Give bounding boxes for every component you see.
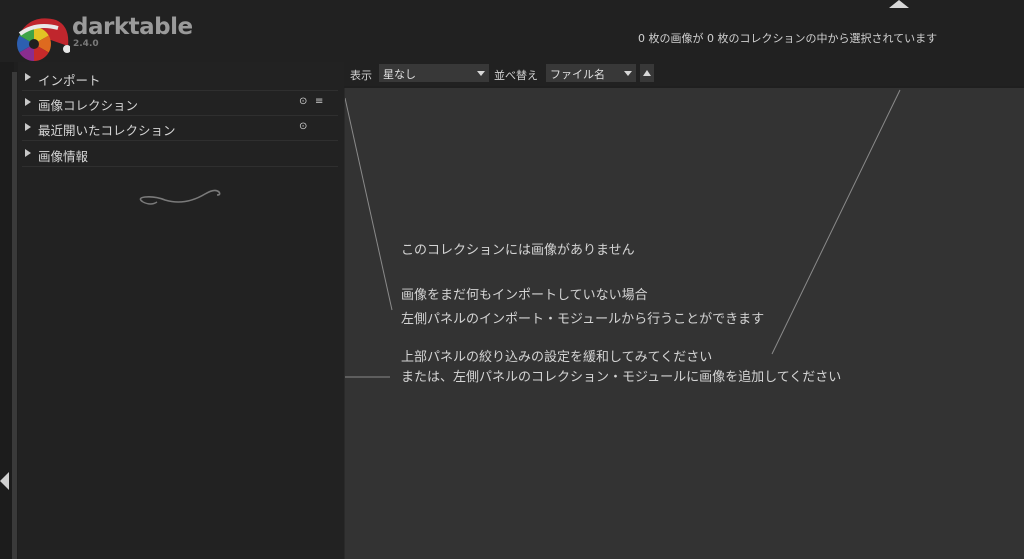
sort-ascending-icon	[643, 70, 651, 76]
module-label: 画像コレクション	[38, 98, 139, 113]
empty-title: このコレクションには画像がありません	[401, 243, 635, 258]
expand-arrow-icon	[25, 123, 31, 131]
module-label: 画像情報	[38, 149, 89, 164]
darktable-logo	[17, 18, 70, 61]
reset-icon[interactable]: ⊙	[299, 96, 307, 107]
expand-arrow-icon	[25, 149, 31, 157]
app-version: 2.4.0	[73, 39, 99, 49]
module-label: 最近開いたコレクション	[38, 123, 176, 138]
chevron-down-icon	[624, 71, 632, 76]
expand-arrow-icon	[25, 98, 31, 106]
presets-icon[interactable]: ≡	[315, 96, 323, 107]
filter-label: 表示	[350, 69, 372, 82]
hint-import-line2: 左側パネルのインポート・モジュールから行うことができます	[401, 312, 765, 327]
sort-value: ファイル名	[550, 68, 605, 81]
left-panel-scrollbar[interactable]	[12, 72, 17, 559]
hint-filter-line1: 上部パネルの絞り込みの設定を緩和してみてください	[401, 350, 713, 365]
hint-import-line1: 画像をまだ何もインポートしていない場合	[401, 288, 648, 303]
module-image-information[interactable]: 画像情報	[22, 142, 338, 167]
lighttable-center-view: このコレクションには画像がありません 画像をまだ何もインポートしていない場合 左…	[344, 88, 1024, 559]
expand-arrow-icon	[25, 73, 31, 81]
module-collection[interactable]: 画像コレクション ⊙ ≡	[22, 91, 338, 116]
rating-filter-value: 星なし	[383, 68, 416, 81]
hint-filter-line2: または、左側パネルのコレクション・モジュールに画像を追加してください	[401, 370, 842, 385]
chevron-down-icon	[477, 71, 485, 76]
reset-icon[interactable]: ⊙	[299, 121, 307, 132]
selection-status: 0 枚の画像が 0 枚のコレクションの中から選択されています	[638, 32, 938, 45]
sort-label: 並べ替え	[494, 69, 538, 82]
collapse-left-panel-icon[interactable]	[0, 472, 9, 490]
module-recent-collections[interactable]: 最近開いたコレクション ⊙	[22, 116, 338, 141]
module-label: インポート	[38, 73, 101, 88]
module-import[interactable]: インポート	[22, 66, 338, 91]
left-panel: インポート 画像コレクション ⊙ ≡ 最近開いたコレクション ⊙ 画像情報	[18, 62, 344, 559]
app-name: darktable	[72, 14, 193, 40]
filter-toolbar: 表示 星なし 並べ替え ファイル名	[344, 62, 1024, 86]
sort-direction-button[interactable]	[640, 64, 654, 82]
panel-end-flourish-icon	[139, 189, 221, 205]
rating-filter-dropdown[interactable]: 星なし	[379, 64, 489, 82]
panel-separator	[344, 88, 345, 559]
collapse-top-panel-icon[interactable]	[889, 0, 909, 8]
top-panel: darktable 2.4.0 0 枚の画像が 0 枚のコレクションの中から選択…	[0, 0, 1024, 62]
sort-dropdown[interactable]: ファイル名	[546, 64, 636, 82]
